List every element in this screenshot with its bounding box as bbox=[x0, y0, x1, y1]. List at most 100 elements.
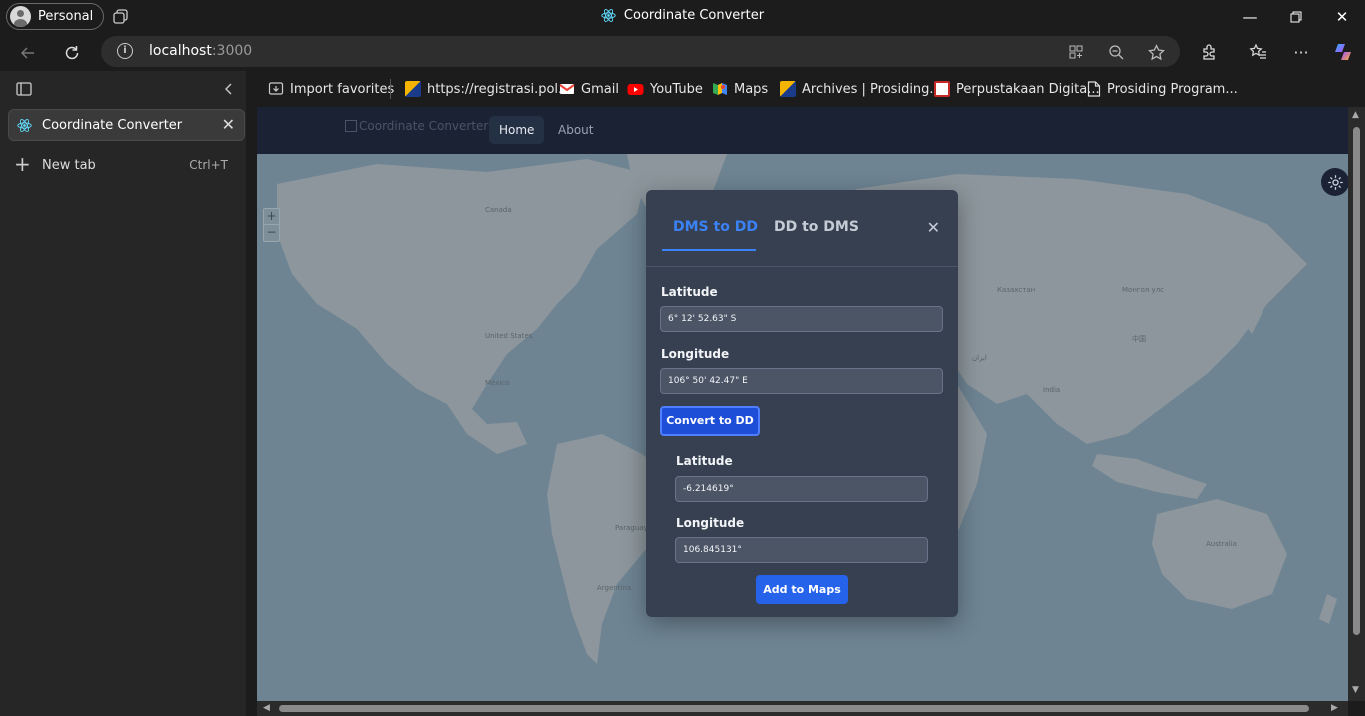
converter-tabs: DMS to DD DD to DMS ✕ bbox=[646, 190, 958, 267]
back-arrow-icon bbox=[20, 47, 34, 59]
map-zoom-control: + − bbox=[263, 208, 280, 242]
app-logo[interactable]: Coordinate Converter bbox=[345, 119, 488, 133]
map-label-paraguay: Paraguay bbox=[615, 524, 648, 532]
fav-archives-prosiding[interactable]: Archives | Prosiding... bbox=[780, 80, 942, 98]
import-icon bbox=[268, 82, 284, 95]
fav-registrasi[interactable]: https://registrasi.pol... bbox=[405, 80, 570, 98]
scroll-left-icon[interactable]: ◀ bbox=[263, 703, 270, 713]
minimize-button[interactable]: — bbox=[1227, 0, 1273, 33]
more-options-icon[interactable]: ··· bbox=[1286, 37, 1316, 67]
add-to-maps-button[interactable]: Add to Maps bbox=[756, 575, 848, 604]
gear-icon bbox=[1327, 174, 1343, 190]
university-logo-icon bbox=[405, 81, 421, 97]
fav-label: Prosiding Program... bbox=[1107, 81, 1238, 97]
url-port: :3000 bbox=[211, 43, 253, 59]
app-navbar: Coordinate Converter Home About bbox=[257, 107, 1348, 154]
page-icon bbox=[1087, 81, 1101, 97]
fav-gmail[interactable]: Gmail bbox=[559, 80, 619, 98]
vertical-tabs-sidebar: Coordinate Converter ✕ + New tab Ctrl+T bbox=[0, 71, 246, 716]
window-title: Coordinate Converter bbox=[0, 8, 1365, 23]
input-latitude-label: Latitude bbox=[661, 285, 718, 299]
favorite-star-icon[interactable] bbox=[1145, 41, 1167, 63]
vertical-scroll-thumb[interactable] bbox=[1353, 127, 1360, 635]
fav-prosiding-program[interactable]: Prosiding Program... bbox=[1087, 80, 1238, 98]
fav-label: Archives | Prosiding... bbox=[802, 81, 942, 97]
refresh-button[interactable] bbox=[56, 37, 88, 69]
fav-perpustakaan[interactable]: Perpustakaan Digita... bbox=[934, 80, 1100, 98]
broken-image-icon bbox=[345, 120, 357, 132]
scroll-right-icon[interactable]: ▶ bbox=[1331, 703, 1338, 713]
app-available-icon[interactable] bbox=[1065, 41, 1087, 63]
extensions-icon[interactable] bbox=[1194, 37, 1224, 67]
result-longitude-field[interactable]: 106.845131° bbox=[675, 537, 928, 563]
refresh-icon bbox=[65, 46, 79, 60]
map-label-australia: Australia bbox=[1206, 540, 1237, 548]
tab-dd-to-dms[interactable]: DD to DMS bbox=[774, 219, 859, 235]
map-label-argentina: Argentina bbox=[597, 584, 632, 592]
address-bar[interactable]: i localhost:3000 bbox=[101, 36, 1180, 67]
input-longitude-field[interactable]: 106° 50' 42.47" E bbox=[660, 368, 943, 394]
favorites-icon[interactable] bbox=[1243, 37, 1273, 67]
map-label-canada: Canada bbox=[485, 206, 512, 214]
fav-label: https://registrasi.pol... bbox=[427, 81, 571, 97]
input-latitude-field[interactable]: 6° 12' 52.63" S bbox=[660, 306, 943, 332]
map-label-mexico: México bbox=[485, 379, 510, 387]
collapse-sidebar-icon[interactable] bbox=[222, 82, 236, 96]
toolbar: i localhost:3000 ··· bbox=[0, 33, 1365, 71]
active-tab-indicator bbox=[662, 249, 756, 251]
scroll-down-icon[interactable]: ▼ bbox=[1352, 685, 1359, 695]
fav-maps[interactable]: Maps bbox=[712, 80, 768, 98]
settings-button[interactable] bbox=[1321, 168, 1348, 196]
gmail-icon bbox=[559, 84, 575, 94]
new-tab-button[interactable]: + New tab Ctrl+T bbox=[14, 152, 236, 177]
zoom-icon[interactable] bbox=[1105, 41, 1127, 63]
title-bar: Personal Coordinate Converter — ✕ bbox=[0, 0, 1365, 33]
result-longitude-label: Longitude bbox=[676, 516, 745, 530]
convert-to-dd-button[interactable]: Convert to DD bbox=[660, 406, 760, 436]
favorites-bar: Import favorites https://registrasi.pol.… bbox=[246, 71, 1365, 107]
url-text[interactable]: localhost:3000 bbox=[149, 43, 252, 59]
fav-youtube[interactable]: YouTube bbox=[627, 80, 703, 98]
site-info-icon[interactable]: i bbox=[117, 43, 133, 59]
app-logo-alt: Coordinate Converter bbox=[359, 119, 489, 133]
horizontal-scroll-thumb[interactable] bbox=[279, 705, 1309, 712]
close-tab-icon[interactable]: ✕ bbox=[222, 115, 235, 134]
nav-home[interactable]: Home bbox=[489, 116, 545, 144]
converter-dialog: DMS to DD DD to DMS ✕ Latitude 6° 12' 52… bbox=[646, 190, 958, 617]
scroll-up-icon[interactable]: ▲ bbox=[1352, 110, 1359, 120]
nav-about[interactable]: About bbox=[548, 116, 603, 144]
result-latitude-label: Latitude bbox=[676, 454, 733, 468]
copilot-icon[interactable] bbox=[1328, 37, 1358, 67]
zoom-out-button[interactable]: − bbox=[264, 225, 279, 241]
horizontal-scrollbar[interactable]: ◀ ▶ bbox=[257, 701, 1348, 716]
fav-import-favorites[interactable]: Import favorites bbox=[268, 80, 394, 98]
university-logo-icon bbox=[780, 81, 796, 97]
map-label-india: India bbox=[1043, 386, 1061, 394]
restore-button[interactable] bbox=[1273, 0, 1319, 33]
window-title-text: Coordinate Converter bbox=[623, 8, 765, 23]
new-tab-shortcut: Ctrl+T bbox=[189, 158, 228, 172]
fav-label: YouTube bbox=[650, 81, 703, 97]
map-label-iran: ایران bbox=[972, 354, 987, 362]
tab-actions-icon[interactable] bbox=[16, 82, 32, 96]
react-icon bbox=[601, 9, 616, 22]
new-tab-label: New tab bbox=[42, 158, 96, 173]
plus-icon: + bbox=[14, 152, 31, 176]
back-button[interactable] bbox=[12, 37, 44, 69]
map-label-kazakhstan: Казахстан bbox=[997, 286, 1036, 294]
close-dialog-icon[interactable]: ✕ bbox=[927, 218, 940, 237]
map-label-mongolia: Монгол улс bbox=[1122, 286, 1165, 294]
fav-label: Perpustakaan Digita... bbox=[956, 81, 1100, 97]
close-window-button[interactable]: ✕ bbox=[1319, 0, 1365, 33]
vertical-scrollbar[interactable]: ▲ ▼ bbox=[1348, 107, 1365, 701]
restore-icon bbox=[1290, 11, 1302, 22]
maps-icon bbox=[713, 83, 727, 95]
tab-coordinate-converter[interactable]: Coordinate Converter ✕ bbox=[8, 109, 245, 141]
fav-label: Import favorites bbox=[290, 81, 395, 97]
zoom-in-button[interactable]: + bbox=[264, 209, 279, 225]
tab-dms-to-dd[interactable]: DMS to DD bbox=[673, 219, 758, 235]
result-latitude-field[interactable]: -6.214619° bbox=[675, 476, 928, 502]
page-viewport: Coordinate Converter Home About Canada U… bbox=[257, 107, 1348, 701]
map-label-china: 中国 bbox=[1132, 335, 1146, 343]
favorites-divider bbox=[390, 79, 391, 99]
